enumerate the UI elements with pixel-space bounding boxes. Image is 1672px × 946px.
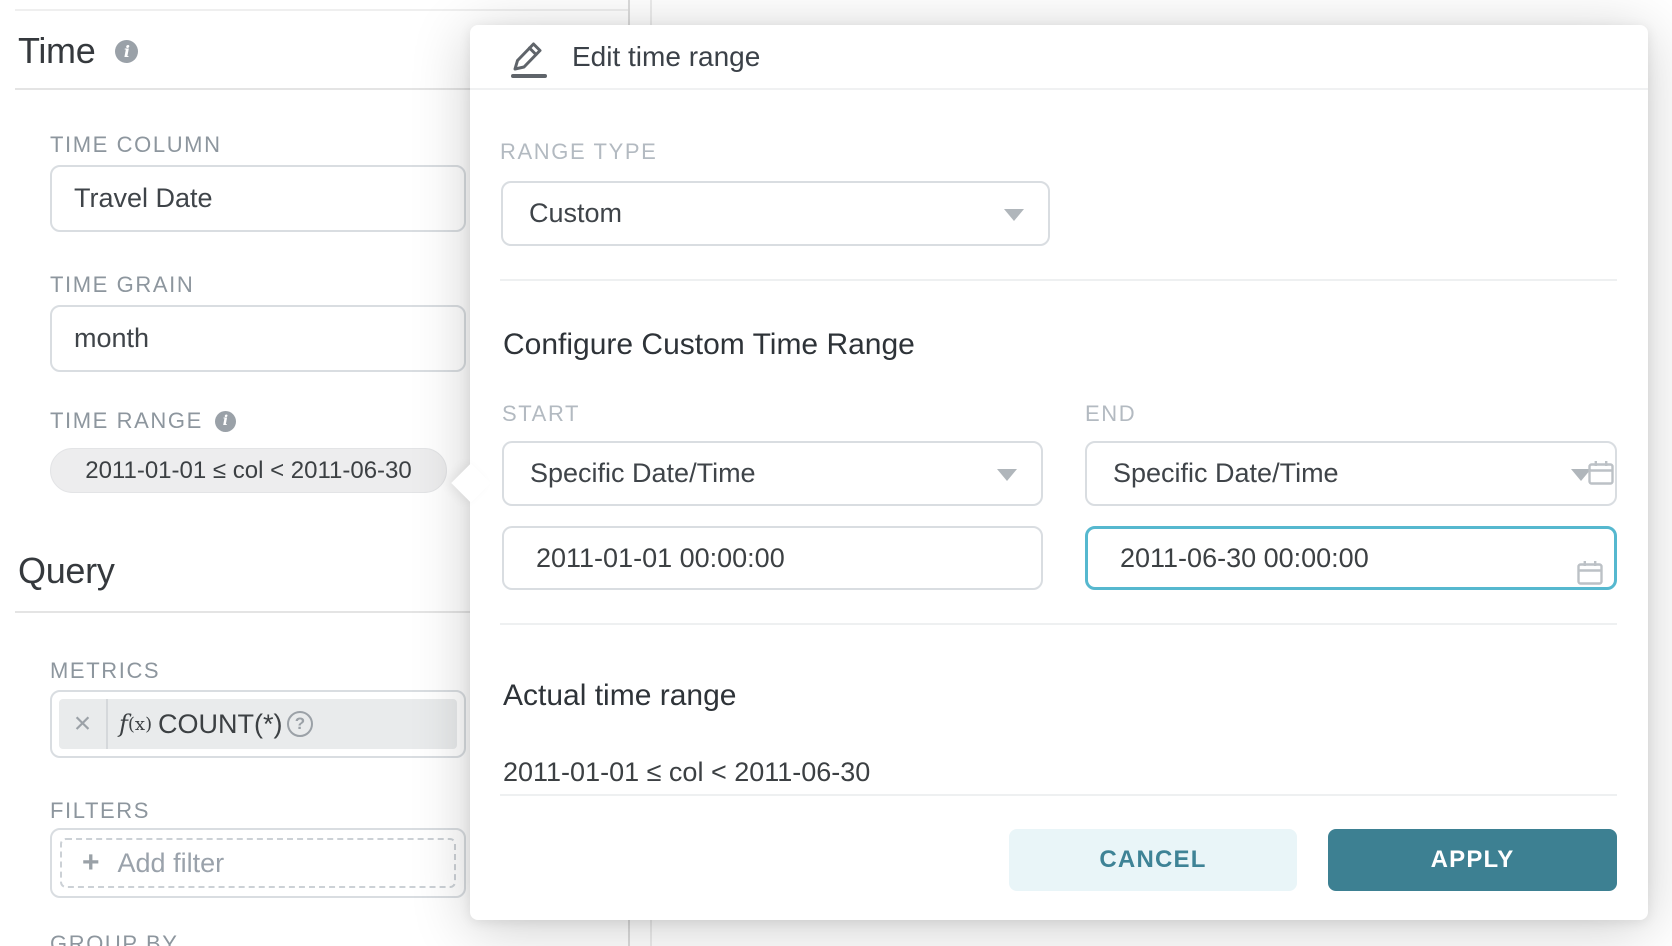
range-type-value: Custom xyxy=(503,198,622,229)
help-icon[interactable]: ? xyxy=(287,711,313,737)
popover-title: Edit time range xyxy=(572,41,760,73)
calendar-icon[interactable] xyxy=(1575,558,1605,588)
actual-time-range-heading: Actual time range xyxy=(503,679,736,713)
info-glyph: i xyxy=(223,413,228,429)
end-datetime-input[interactable] xyxy=(1085,526,1617,590)
time-range-pill[interactable]: 2011-01-01 ≤ col < 2011-06-30 xyxy=(50,448,447,493)
edit-pencil-icon xyxy=(506,34,550,80)
time-grain-label: TIME GRAIN xyxy=(50,272,194,298)
time-column-value: Travel Date xyxy=(52,183,213,214)
function-icon: f(x) xyxy=(119,699,152,749)
popover-arrow xyxy=(451,463,491,503)
edit-time-range-popover: Edit time range RANGE TYPE Custom Config… xyxy=(470,25,1648,920)
info-icon[interactable]: i xyxy=(115,40,138,63)
info-icon[interactable]: i xyxy=(215,411,236,432)
cancel-button[interactable]: CANCEL xyxy=(1009,829,1297,891)
start-mode-select[interactable]: Specific Date/Time xyxy=(502,441,1043,506)
chip-divider xyxy=(106,699,108,749)
time-range-header: TIME RANGE i xyxy=(50,408,236,434)
panel-top-border xyxy=(15,9,628,11)
time-grain-select[interactable]: month xyxy=(50,305,466,372)
plus-icon: + xyxy=(82,848,100,878)
add-filter-button[interactable]: + Add filter xyxy=(60,838,456,888)
section-divider xyxy=(500,623,1617,625)
time-range-label: TIME RANGE xyxy=(50,408,203,434)
metric-chip[interactable]: × f(x) COUNT(*) ? xyxy=(59,699,457,749)
query-section-title: Query xyxy=(18,550,115,592)
calendar-icon[interactable] xyxy=(1586,458,1616,488)
group-by-label: GROUP BY xyxy=(50,931,179,946)
remove-metric-icon[interactable]: × xyxy=(59,699,106,749)
add-filter-label: Add filter xyxy=(118,848,225,879)
fn-args: (x) xyxy=(128,714,152,735)
start-label: START xyxy=(502,401,580,427)
footer-divider xyxy=(500,794,1617,796)
filters-label: FILTERS xyxy=(50,798,150,824)
time-section-header: Time i xyxy=(18,30,138,72)
chevron-down-icon xyxy=(997,469,1017,481)
time-column-select[interactable]: Travel Date xyxy=(50,165,466,232)
fn-f: f xyxy=(119,710,128,738)
start-mode-value: Specific Date/Time xyxy=(504,458,756,489)
popover-header: Edit time range xyxy=(470,25,1648,90)
filters-field: + Add filter xyxy=(50,828,466,898)
info-glyph: i xyxy=(124,42,130,61)
end-mode-select[interactable]: Specific Date/Time xyxy=(1085,441,1617,506)
metric-name: COUNT(*) xyxy=(158,699,282,749)
range-type-label: RANGE TYPE xyxy=(500,139,657,165)
time-section-title: Time xyxy=(18,30,95,72)
time-column-label: TIME COLUMN xyxy=(50,132,222,158)
metrics-field[interactable]: × f(x) COUNT(*) ? xyxy=(50,690,466,758)
metrics-label: METRICS xyxy=(50,658,160,684)
time-grain-value: month xyxy=(52,323,149,354)
explore-page: Time i TIME COLUMN Travel Date TIME GRAI… xyxy=(0,0,1672,946)
configure-heading: Configure Custom Time Range xyxy=(503,328,915,362)
section-divider xyxy=(500,279,1617,281)
apply-button[interactable]: APPLY xyxy=(1328,829,1617,891)
start-datetime-input[interactable] xyxy=(502,526,1043,590)
end-label: END xyxy=(1085,401,1136,427)
actual-time-range-value: 2011-01-01 ≤ col < 2011-06-30 xyxy=(503,757,870,788)
end-mode-value: Specific Date/Time xyxy=(1087,458,1339,489)
range-type-select[interactable]: Custom xyxy=(501,181,1050,246)
chevron-down-icon xyxy=(1004,209,1024,221)
